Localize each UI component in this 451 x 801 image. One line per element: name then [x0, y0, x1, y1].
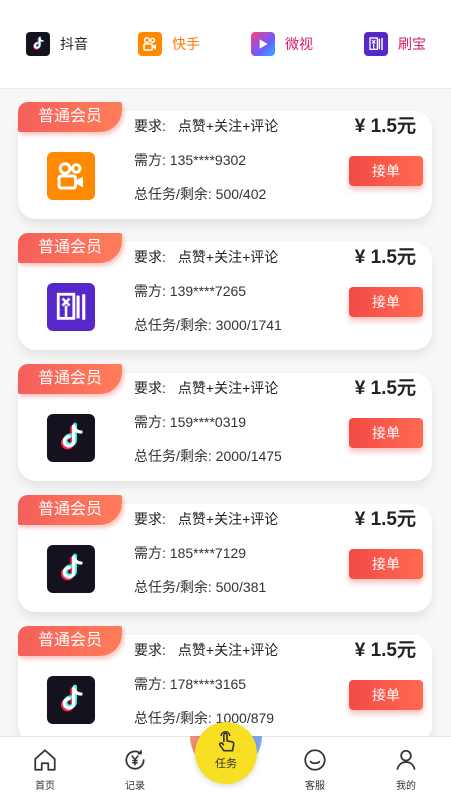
nav-task-label: 任务: [215, 758, 237, 770]
task-price: ¥ 1.5元: [354, 247, 416, 268]
home-icon: [32, 747, 58, 773]
accept-task-button[interactable]: 接单: [349, 287, 423, 317]
user-icon: [393, 747, 419, 773]
tab-kuaishou-label: 快手: [172, 36, 200, 52]
task-price: ¥ 1.5元: [354, 640, 416, 661]
task-card: 普通会员 要求: 点赞+关注+评论 需方: 139****7265 总任务/剩余:…: [18, 233, 432, 350]
member-badge: 普通会员: [18, 364, 122, 394]
platform-tabs: 抖音 快手 微视 刷宝: [0, 0, 451, 89]
requirement: 要求: 点赞+关注+评论: [134, 247, 278, 267]
records-icon: [122, 747, 148, 773]
task-card: 普通会员 要求: 点赞+关注+评论 需方: 159****0319 总任务/剩余:…: [18, 364, 432, 481]
douyin-icon: [26, 32, 50, 56]
task-progress: 总任务/剩余: 500/402: [134, 186, 267, 202]
task-price: ¥ 1.5元: [354, 116, 416, 137]
buyer-phone: 需方: 178****3165: [134, 676, 247, 692]
requirement-label: 要求:: [134, 249, 166, 265]
requirement-value: 点赞+关注+评论: [177, 380, 279, 396]
requirement-value: 点赞+关注+评论: [177, 118, 279, 134]
nav-home[interactable]: 首页: [15, 747, 75, 792]
buyer-phone: 需方: 139****7265: [134, 283, 247, 299]
requirement-label: 要求:: [134, 642, 166, 658]
buyer-phone: 需方: 159****0319: [134, 414, 247, 430]
nav-mine[interactable]: 我的: [376, 747, 436, 792]
requirement: 要求: 点赞+关注+评论: [134, 640, 278, 660]
shuabao-icon: [364, 32, 388, 56]
nav-service-label: 客服: [305, 781, 325, 792]
buyer-phone: 需方: 135****9302: [134, 152, 247, 168]
douyin-icon: [47, 414, 95, 462]
tap-hand-icon: [213, 729, 239, 755]
task-progress: 总任务/剩余: 1000/879: [134, 710, 275, 726]
task-card: 普通会员 要求: 点赞+关注+评论 需方: 185****7129 总任务/剩余:…: [18, 495, 432, 612]
member-badge: 普通会员: [18, 102, 122, 132]
nav-mine-label: 我的: [396, 781, 416, 792]
requirement: 要求: 点赞+关注+评论: [134, 509, 278, 529]
weishi-icon: [251, 32, 275, 56]
nav-records[interactable]: 记录: [105, 747, 165, 792]
nav-records-label: 记录: [125, 781, 145, 792]
task-list: 普通会员 要求: 点赞+关注+评论 需方: 135****9302 总任务/剩余:…: [0, 88, 451, 736]
kuaishou-icon: [47, 152, 95, 200]
shuabao-icon: [47, 283, 95, 331]
task-progress: 总任务/剩余: 500/381: [134, 579, 267, 595]
kuaishou-icon: [138, 32, 162, 56]
tab-douyin-label: 抖音: [60, 36, 88, 52]
nav-home-label: 首页: [35, 781, 55, 792]
requirement-value: 点赞+关注+评论: [177, 249, 279, 265]
tab-douyin[interactable]: 抖音: [26, 31, 88, 57]
service-icon: [302, 747, 328, 773]
tab-shuabao-label: 刷宝: [398, 36, 426, 52]
nav-service[interactable]: 客服: [285, 747, 345, 792]
douyin-icon: [47, 545, 95, 593]
task-price: ¥ 1.5元: [354, 509, 416, 530]
task-card: 普通会员 要求: 点赞+关注+评论 需方: 135****9302 总任务/剩余:…: [18, 102, 432, 219]
requirement: 要求: 点赞+关注+评论: [134, 116, 278, 136]
accept-task-button[interactable]: 接单: [349, 418, 423, 448]
requirement-value: 点赞+关注+评论: [177, 511, 279, 527]
task-price: ¥ 1.5元: [354, 378, 416, 399]
requirement-label: 要求:: [134, 118, 166, 134]
task-progress: 总任务/剩余: 3000/1741: [134, 317, 282, 333]
requirement-label: 要求:: [134, 511, 166, 527]
member-badge: 普通会员: [18, 233, 122, 263]
tab-shuabao[interactable]: 刷宝: [364, 31, 426, 57]
task-progress: 总任务/剩余: 2000/1475: [134, 448, 282, 464]
tab-kuaishou[interactable]: 快手: [138, 31, 200, 57]
nav-task-button[interactable]: 任务: [195, 722, 257, 784]
requirement: 要求: 点赞+关注+评论: [134, 378, 278, 398]
member-badge: 普通会员: [18, 626, 122, 656]
accept-task-button[interactable]: 接单: [349, 156, 423, 186]
accept-task-button[interactable]: 接单: [349, 549, 423, 579]
task-card: 普通会员 要求: 点赞+关注+评论 需方: 178****3165 总任务/剩余:…: [18, 626, 432, 736]
requirement-label: 要求:: [134, 380, 166, 396]
tab-weishi[interactable]: 微视: [251, 31, 313, 57]
requirement-value: 点赞+关注+评论: [177, 642, 279, 658]
douyin-icon: [47, 676, 95, 724]
accept-task-button[interactable]: 接单: [349, 680, 423, 710]
tab-weishi-label: 微视: [285, 36, 313, 52]
member-badge: 普通会员: [18, 495, 122, 525]
buyer-phone: 需方: 185****7129: [134, 545, 247, 561]
